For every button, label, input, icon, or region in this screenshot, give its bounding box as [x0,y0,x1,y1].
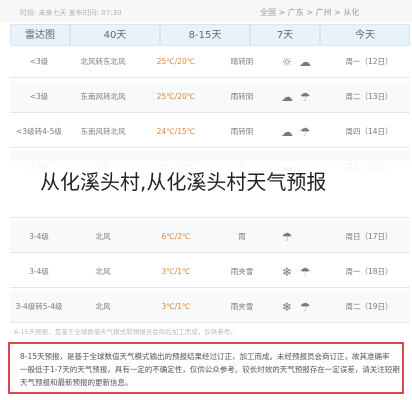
notice-line: 8-15天预报，是基于全球数值天气模式输出的预报结果经过订正，加工而成。未经预报… [20,352,390,361]
temperature: 24℃/15℃ [156,127,196,136]
rain-icon: ☂ [281,230,293,244]
wind-level: 3-4级转5-4级 [15,302,63,311]
temperature: 6℃/2℃ [161,232,191,241]
weather-desc: 雨转阴 [230,127,254,136]
notice-bar: 8-15天预报，是基于全球数值天气模式和预报员会商后加工而成，仅供参考。 [8,326,408,336]
wind-direction: 东南风转北风 [80,127,126,136]
wind-level: <3级 [29,57,49,66]
wind-level: <3级转4-5级 [16,127,62,136]
weather-desc: 雨夹雪 [230,302,254,311]
table-row: <3级转4-5级 东南风转北风 24℃/15℃ 雨转阴 周四（14日） ☁ ☂ [10,116,410,148]
publish-info: 时段: 未来七天 发布时间: 07:30 [20,9,122,17]
table-row: <3级 东南风转北风 25℃/20℃ 雨转阴 周二（13日） ☁ ☂ [10,81,410,113]
weather-desc: 雨夹雪 [230,267,254,276]
snow-icon: ❄ [281,300,293,314]
tab-today[interactable]: 今天 [320,24,410,46]
table-row: 3-4级 北风 6℃/2℃ 雨 周日（17日） ☂ [10,221,410,253]
weather-desc: 雨 [238,232,246,241]
rain-icon: ☂ [299,265,311,279]
tab-40-days[interactable]: 40天 [70,24,160,46]
day-label: 周二（19日） [345,302,393,311]
weather-desc: 雨转阴 [230,92,254,101]
rain-icon: ☂ [299,90,311,104]
tab-8-15-days[interactable]: 8-15天 [160,24,250,46]
cloud-icon: ☁ [281,125,293,139]
wind-direction: 北风 [95,267,111,276]
weather-desc: 晴转阴 [230,57,254,66]
notice-line: 一般低于1-7天的天气预报，具有一定的不确定性，仅供公众参考。较长时效的天气预报… [20,365,400,374]
tab-radar[interactable]: 雷达图 [10,24,70,46]
forecast-notice: 8-15天预报，是基于全球数值天气模式输出的预报结果经过订正，加工而成。未经预报… [8,342,404,394]
snow-icon: ❄ [281,265,293,279]
table-row: 3-4级 北风 3℃/1℃ 雨夹雪 周一（18日） ❄ ☂ [10,256,410,288]
wind-direction: 北风 [95,232,111,241]
breadcrumb[interactable]: 全国 > 广东 > 广州 > 从化 [260,7,359,18]
notice-bar-text: 8-15天预报，是基于全球数值天气模式和预报员会商后加工而成，仅供参考。 [14,328,237,336]
tab-7-days[interactable]: 7天 [250,24,320,46]
temperature: 25℃/20℃ [156,92,196,101]
rain-icon: ☂ [299,300,311,314]
day-label: 周二（13日） [345,92,393,101]
table-row: 3-4级转5-4级 北风 3℃/1℃ 雨夹雪 周二（19日） ❄ ☂ [10,291,410,323]
temperature: 3℃/1℃ [161,267,191,276]
day-label: 周日（17日） [345,232,393,241]
temperature: 3℃/1℃ [161,302,191,311]
forecast-tabs: 雷达图 40天 8-15天 7天 今天 [10,24,410,46]
day-label: 周一（12日） [345,57,393,66]
sun-icon: ☼ [281,55,293,69]
wind-level: 3-4级 [29,267,49,276]
notice-line: 天气预报和最新预报的更新信息。 [20,378,133,387]
wind-level: 3-4级 [29,232,49,241]
wind-level: <3级 [29,92,49,101]
cloud-icon: ☁ [281,90,293,104]
cloud-icon: ☁ [299,55,311,69]
temperature: 25℃/20℃ [156,57,196,66]
day-label: 周一（18日） [345,267,393,276]
caption-text: 从化溪头村,从化溪头村天气预报 [40,170,327,194]
wind-direction: 北风转东北风 [80,57,126,66]
day-label: 周四（14日） [345,127,393,136]
rain-icon: ☂ [299,125,311,139]
table-row: <3级 北风转东北风 25℃/20℃ 晴转阴 周一（12日） ☼ ☁ [10,46,410,78]
top-bar: 时段: 未来七天 发布时间: 07:30 全国 > 广东 > 广州 > 从化 [0,0,412,22]
wind-direction: 北风 [95,302,111,311]
wind-direction: 东南风转北风 [80,92,126,101]
